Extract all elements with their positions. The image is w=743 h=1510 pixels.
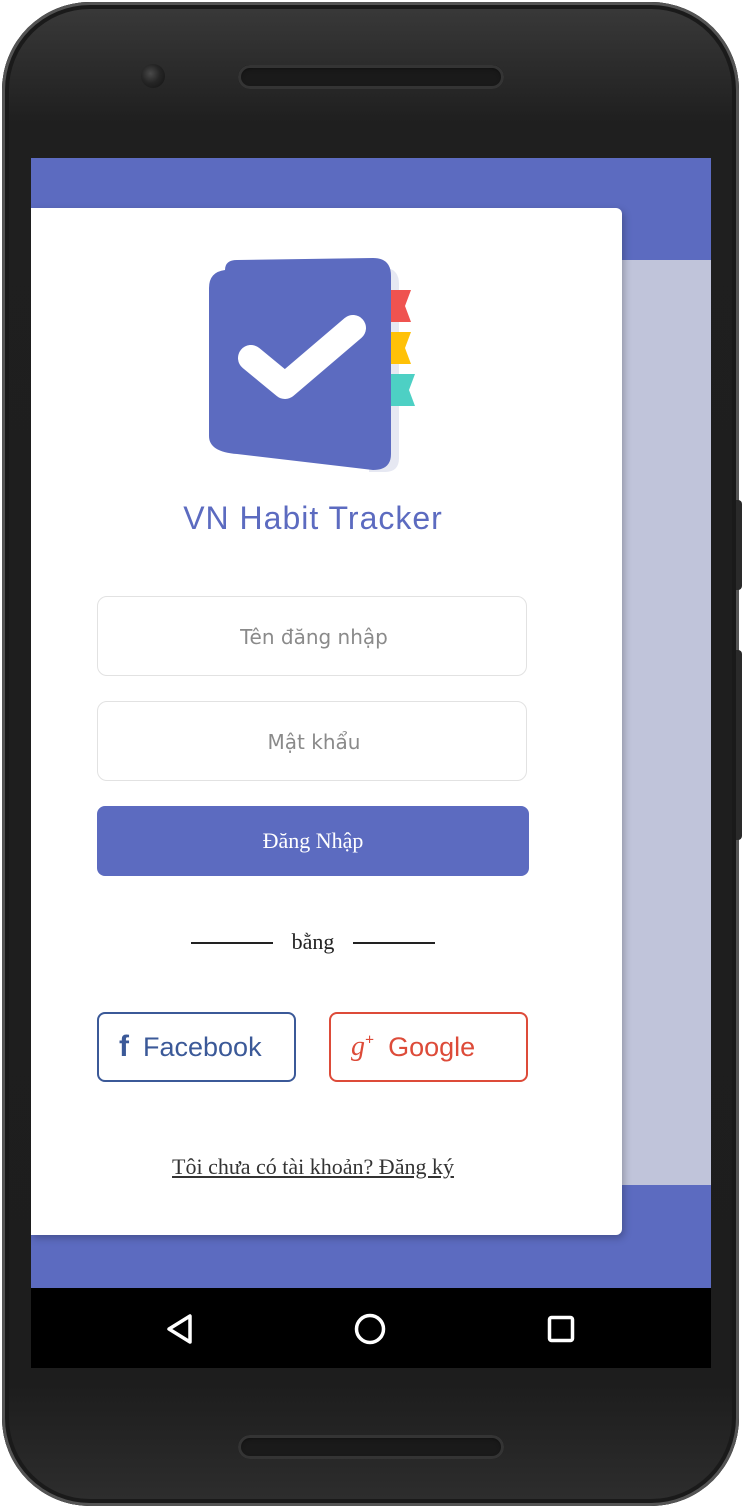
facebook-label: Facebook bbox=[143, 1031, 262, 1062]
app-title: VN Habit Tracker bbox=[183, 500, 443, 536]
android-nav-bar bbox=[31, 1288, 711, 1368]
app-logo-icon bbox=[209, 258, 415, 472]
volume-button bbox=[736, 650, 742, 840]
login-card: VN Habit Tracker Đăng Nhập bằng f Facebo… bbox=[31, 208, 622, 1235]
login-button[interactable]: Đăng Nhập bbox=[97, 806, 529, 876]
recents-square-icon[interactable] bbox=[543, 1311, 579, 1347]
username-input[interactable] bbox=[98, 597, 530, 677]
screen: VN Habit Tracker Đăng Nhập bằng f Facebo… bbox=[31, 158, 711, 1368]
divider-line-right bbox=[353, 942, 435, 944]
username-field[interactable] bbox=[97, 596, 530, 677]
front-camera bbox=[141, 64, 165, 88]
home-circle-icon[interactable] bbox=[352, 1311, 388, 1347]
google-login-button[interactable]: g+ Google bbox=[329, 1012, 528, 1082]
password-field[interactable] bbox=[97, 701, 530, 782]
bottom-speaker bbox=[238, 1435, 504, 1459]
phone-frame: VN Habit Tracker Đăng Nhập bằng f Facebo… bbox=[2, 2, 739, 1506]
top-speaker bbox=[238, 65, 504, 89]
facebook-login-button[interactable]: f Facebook bbox=[97, 1012, 296, 1082]
login-button-label: Đăng Nhập bbox=[262, 828, 364, 853]
register-link[interactable]: Tôi chưa có tài khoản? Đăng ký bbox=[31, 1154, 595, 1180]
facebook-icon: f bbox=[119, 1030, 129, 1063]
password-input[interactable] bbox=[98, 702, 530, 782]
power-button bbox=[736, 500, 742, 590]
back-triangle-icon[interactable] bbox=[162, 1311, 198, 1347]
google-plus-icon: g+ bbox=[351, 1031, 375, 1062]
or-divider: bằng bbox=[191, 930, 435, 954]
google-label: Google bbox=[388, 1031, 476, 1062]
